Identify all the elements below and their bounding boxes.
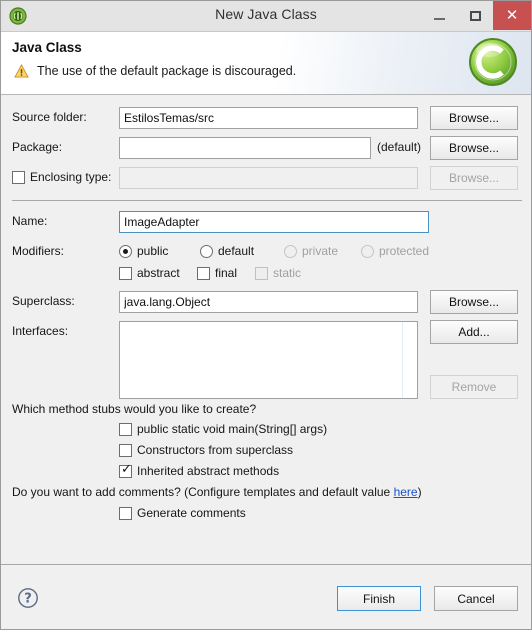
- superclass-label: Superclass:: [12, 294, 75, 308]
- radio-circle: [119, 244, 132, 258]
- modifier-checkbox-static-label: static: [273, 266, 302, 280]
- superclass-row: Superclass: Browse...: [1, 290, 531, 314]
- modifier-radio-private-label: private: [302, 244, 339, 258]
- maximize-icon: [469, 10, 481, 21]
- stub-checkbox-constructors-label: Constructors from superclass: [137, 443, 294, 457]
- banner-message: The use of the default package is discou…: [37, 64, 297, 78]
- checkbox-box: [197, 266, 210, 280]
- generate-comments-checkbox[interactable]: Generate comments: [119, 506, 246, 520]
- svg-text:?: ?: [24, 592, 32, 607]
- stub-checkbox-main-method[interactable]: public static void main(String[] args): [119, 422, 327, 436]
- minimize-button[interactable]: [421, 1, 457, 30]
- interfaces-remove-button: Remove: [430, 375, 518, 399]
- superclass-input[interactable]: [119, 291, 418, 313]
- modifier-radio-default[interactable]: default: [200, 244, 254, 258]
- modifiers-checkbox-row: abstract final static: [1, 263, 531, 285]
- package-input[interactable]: [119, 137, 371, 159]
- modifier-radio-private: private: [284, 244, 338, 258]
- package-row: Package: (default) Browse...: [1, 136, 531, 160]
- interfaces-label: Interfaces:: [12, 324, 69, 338]
- interfaces-list[interactable]: [119, 321, 418, 399]
- comments-question: Do you want to add comments? (Configure …: [12, 485, 422, 499]
- source-folder-row: Source folder: Browse...: [1, 106, 531, 130]
- generate-comments-label: Generate comments: [137, 506, 246, 520]
- name-label: Name:: [12, 214, 48, 228]
- package-default-hint: (default): [377, 140, 422, 154]
- enclosing-type-browse-button: Browse...: [430, 166, 518, 190]
- modifier-radio-protected-label: protected: [379, 244, 430, 258]
- checkbox-box: [12, 170, 25, 184]
- enclosing-type-row: Enclosing type: Browse...: [1, 166, 531, 190]
- source-folder-browse-button[interactable]: Browse...: [430, 106, 518, 130]
- dialog-footer: ? Finish Cancel: [1, 564, 531, 629]
- new-java-class-dialog: New Java Class ✕ Java Class The use of t…: [0, 0, 532, 630]
- modifier-checkbox-abstract[interactable]: abstract: [119, 266, 180, 280]
- radio-circle: [200, 244, 213, 258]
- source-folder-input[interactable]: [119, 107, 418, 129]
- method-stubs-question: Which method stubs would you like to cre…: [12, 402, 257, 416]
- page-title: Java Class: [12, 40, 82, 55]
- configure-templates-link[interactable]: here: [394, 485, 418, 499]
- package-label: Package:: [12, 140, 63, 154]
- checkbox-box: [119, 443, 132, 457]
- minimize-icon: [433, 17, 445, 20]
- close-button[interactable]: ✕: [493, 1, 531, 30]
- name-row: Name:: [1, 211, 531, 233]
- dialog-body: Source folder: Browse... Package: (defau…: [1, 95, 531, 564]
- enclosing-type-label: Enclosing type:: [30, 170, 112, 184]
- modifier-checkbox-static: static: [255, 266, 301, 280]
- enclosing-type-input: [119, 167, 418, 189]
- section-separator-top: [12, 200, 522, 201]
- modifier-radio-default-label: default: [218, 244, 255, 258]
- comments-question-suffix: ): [417, 485, 422, 499]
- modifiers-row: Modifiers: public default private protec…: [1, 241, 531, 263]
- modifier-radio-protected: protected: [361, 244, 429, 258]
- modifier-checkbox-abstract-label: abstract: [137, 266, 180, 280]
- maximize-button[interactable]: [457, 1, 493, 30]
- title-bar: New Java Class ✕: [1, 1, 531, 32]
- comments-question-prefix: Do you want to add comments? (Configure …: [12, 485, 394, 499]
- superclass-browse-button[interactable]: Browse...: [430, 290, 518, 314]
- check-mark-icon: ✓: [121, 461, 132, 477]
- stub-checkbox-constructors[interactable]: Constructors from superclass: [119, 443, 293, 457]
- java-class-logo-icon: [469, 38, 517, 86]
- radio-circle: [284, 244, 297, 258]
- eclipse-java-icon: [9, 7, 27, 25]
- warning-icon: [14, 64, 29, 78]
- finish-button[interactable]: Finish: [337, 586, 421, 611]
- interfaces-scrollbar-divider: [402, 322, 403, 398]
- interfaces-row: Interfaces: Add... Remove: [1, 320, 531, 401]
- stub-checkbox-main-method-label: public static void main(String[] args): [137, 422, 328, 436]
- modifier-checkbox-final-label: final: [215, 266, 238, 280]
- modifier-checkbox-final[interactable]: final: [197, 266, 237, 280]
- class-name-input[interactable]: [119, 211, 429, 233]
- checkbox-box: [119, 422, 132, 436]
- package-browse-button[interactable]: Browse...: [430, 136, 518, 160]
- help-question-icon[interactable]: ?: [17, 587, 39, 609]
- checkbox-box: [255, 266, 268, 280]
- checkbox-box: [119, 506, 132, 520]
- source-folder-label: Source folder:: [12, 110, 87, 124]
- checkbox-box: ✓: [119, 461, 132, 478]
- modifier-radio-public[interactable]: public: [119, 244, 168, 258]
- modifier-radio-public-label: public: [137, 244, 169, 258]
- dialog-banner: Java Class The use of the default packag…: [1, 32, 531, 95]
- interfaces-add-button[interactable]: Add...: [430, 320, 518, 344]
- radio-circle: [361, 244, 374, 258]
- stub-checkbox-inherited-abstract-label: Inherited abstract methods: [137, 464, 280, 478]
- modifiers-label: Modifiers:: [12, 244, 65, 258]
- checkbox-box: [119, 266, 132, 280]
- stub-checkbox-inherited-abstract[interactable]: ✓ Inherited abstract methods: [119, 461, 280, 478]
- banner-message-row: The use of the default package is discou…: [14, 64, 296, 78]
- enclosing-type-checkbox[interactable]: Enclosing type:: [12, 170, 111, 184]
- cancel-button[interactable]: Cancel: [434, 586, 518, 611]
- close-icon: ✕: [505, 6, 519, 24]
